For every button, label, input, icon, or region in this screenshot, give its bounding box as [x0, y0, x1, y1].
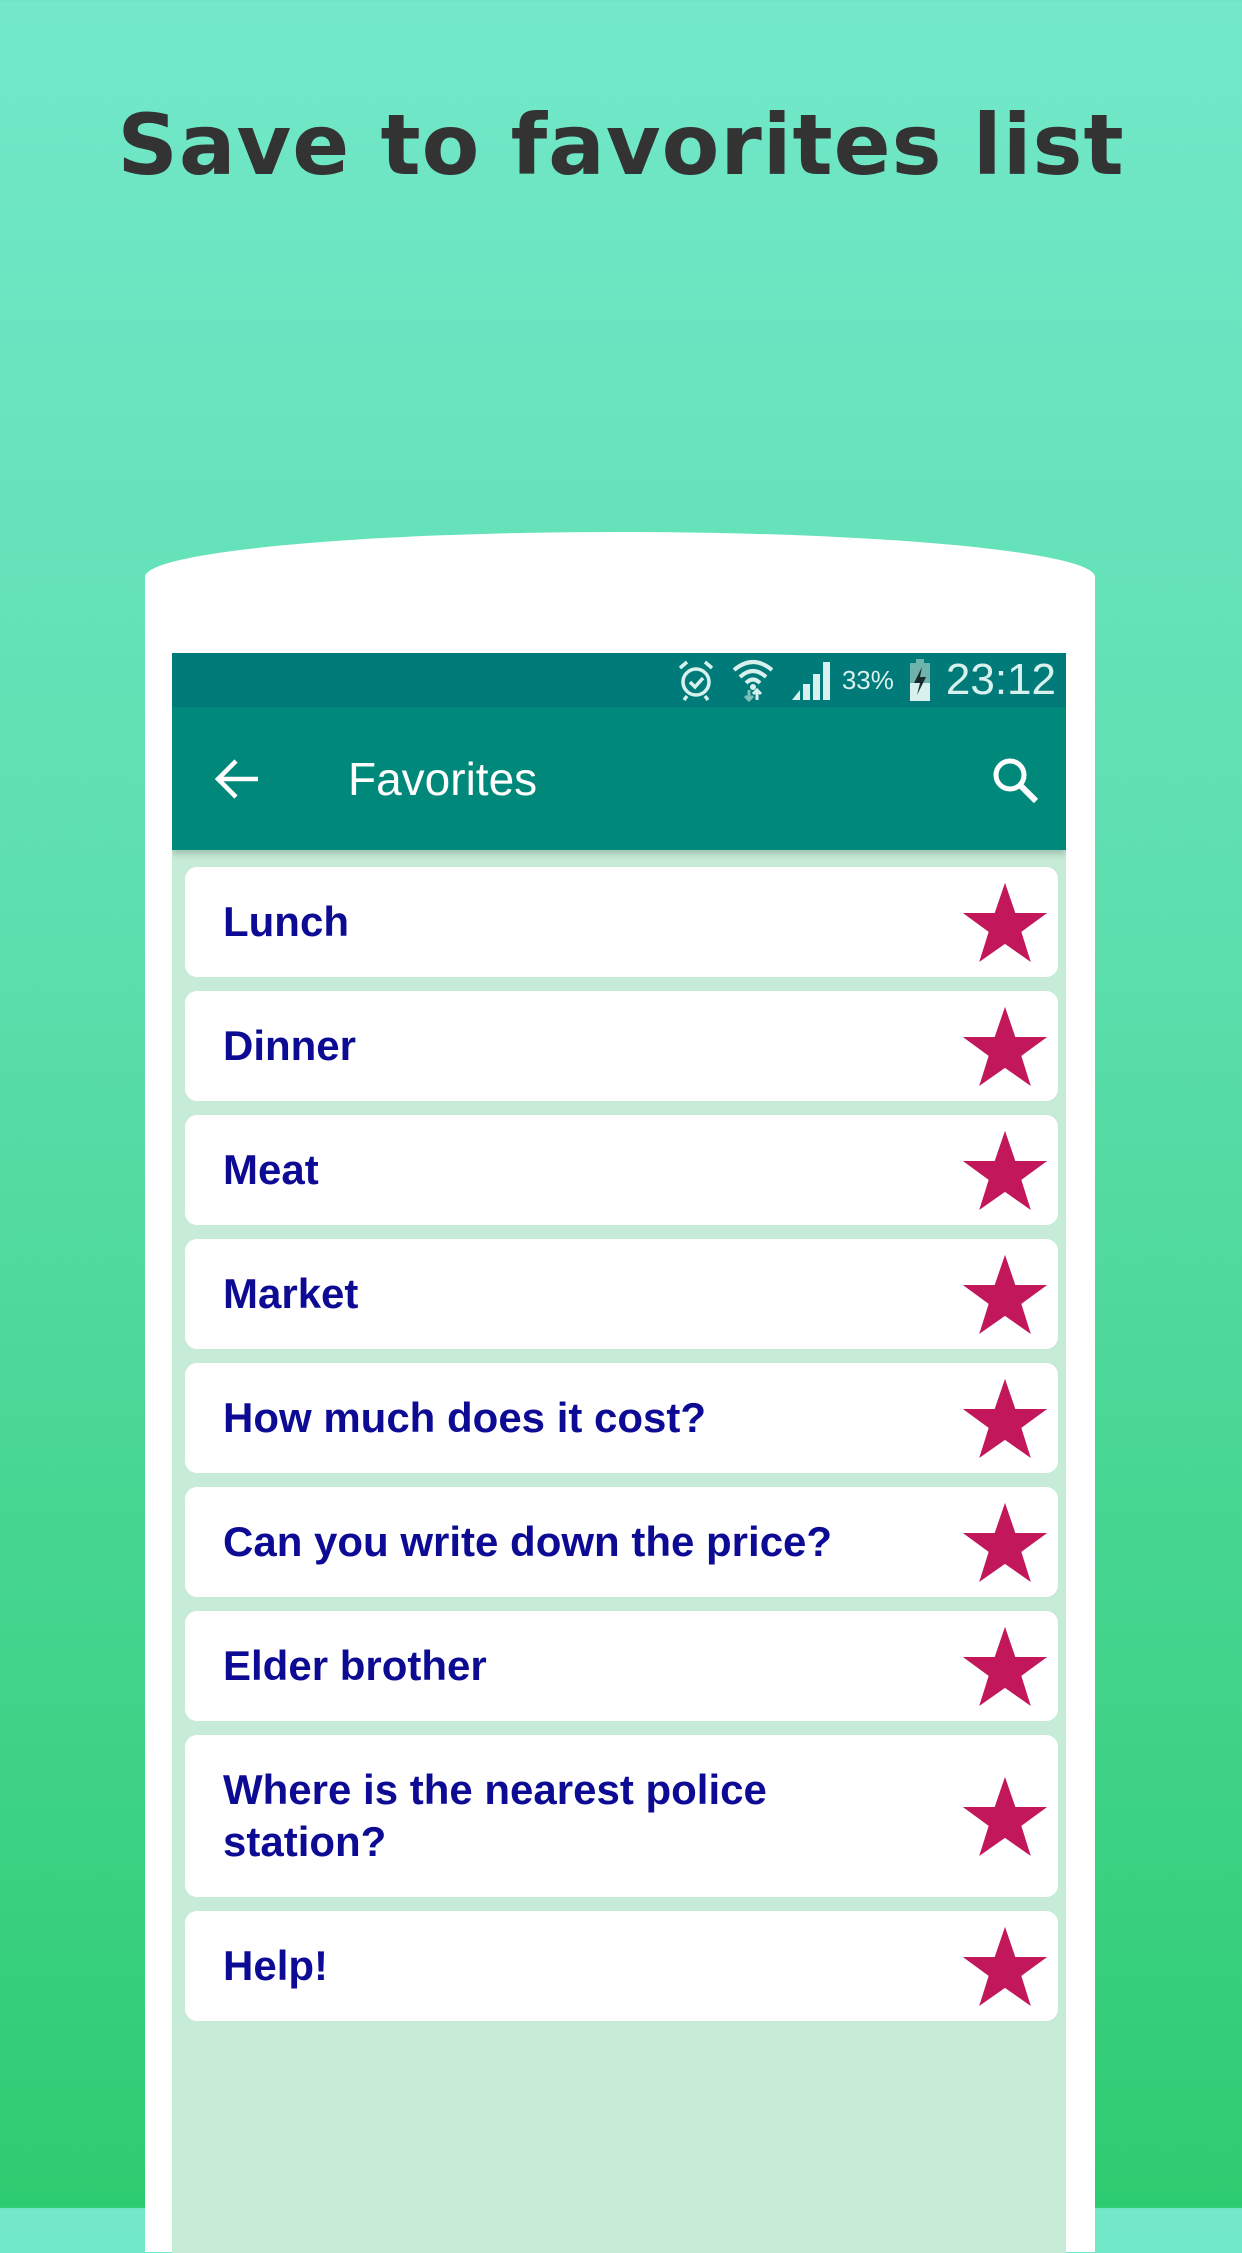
page-title: Favorites [348, 752, 538, 805]
star-icon[interactable] [962, 1253, 1048, 1335]
favorite-item[interactable]: Lunch [185, 867, 1058, 977]
status-bar: 33% 23:12 [172, 653, 1066, 707]
star-icon[interactable] [962, 1925, 1048, 2007]
favorites-list: Lunch Dinner Meat Market How much does i… [172, 850, 1066, 2021]
favorite-item[interactable]: Help! [185, 1911, 1058, 2021]
favorite-item-text: Dinner [223, 1022, 357, 1069]
alarm-icon [678, 660, 713, 701]
favorite-item[interactable]: Elder brother [185, 1611, 1058, 1721]
signal-icon [791, 662, 830, 700]
battery-percent: 33% [841, 664, 894, 695]
favorite-item-text: How much does it cost? [223, 1394, 707, 1441]
star-icon[interactable] [962, 881, 1048, 963]
clock: 23:12 [945, 655, 1056, 704]
star-icon[interactable] [962, 1501, 1048, 1583]
app-screen: 33% 23:12 Favorites Lunch Dinner Meat Ma… [172, 653, 1066, 2253]
arrow-left-icon[interactable] [212, 757, 262, 801]
favorite-item-text: Where is the nearest police station? [223, 1766, 767, 1865]
star-icon[interactable] [962, 1377, 1048, 1459]
favorite-item-text: Can you write down the price? [223, 1518, 833, 1565]
favorite-item-text: Elder brother [223, 1642, 487, 1689]
favorite-item-text: Meat [223, 1146, 319, 1193]
favorite-item-text: Lunch [223, 898, 349, 945]
star-icon[interactable] [962, 1775, 1048, 1857]
favorite-item[interactable]: Dinner [185, 991, 1058, 1101]
favorite-item[interactable]: Market [185, 1239, 1058, 1349]
wifi-icon [732, 660, 774, 702]
star-icon[interactable] [962, 1005, 1048, 1087]
favorite-item-text: Market [223, 1270, 359, 1317]
favorite-item[interactable]: How much does it cost? [185, 1363, 1058, 1473]
favorite-item[interactable]: Can you write down the price? [185, 1487, 1058, 1597]
search-icon[interactable] [990, 755, 1040, 805]
promo-headline: Save to favorites list [117, 96, 1125, 194]
favorite-item[interactable]: Where is the nearest police station? [185, 1735, 1058, 1897]
favorite-item-text: Help! [223, 1942, 328, 1989]
star-icon[interactable] [962, 1129, 1048, 1211]
battery-charging-icon [909, 659, 930, 701]
app-bar: Favorites [172, 707, 1066, 850]
favorite-item[interactable]: Meat [185, 1115, 1058, 1225]
star-icon[interactable] [962, 1625, 1048, 1707]
